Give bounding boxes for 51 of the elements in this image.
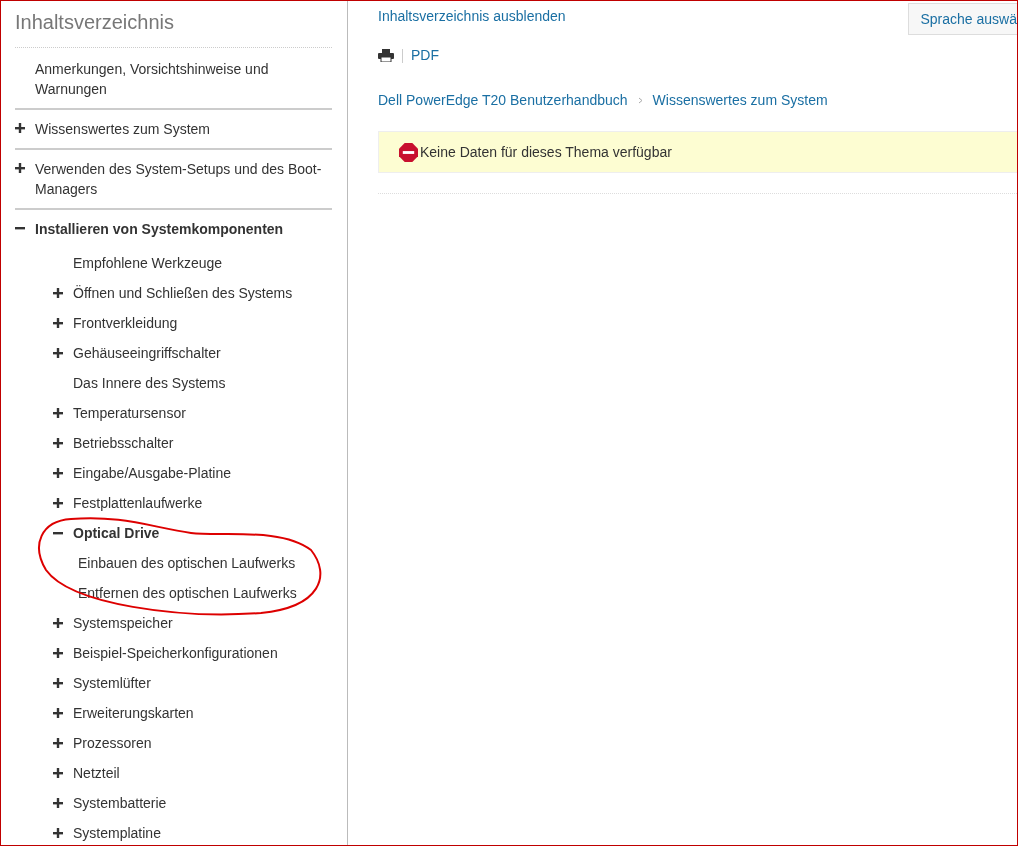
printer-icon[interactable] — [378, 49, 394, 62]
hide-toc-link[interactable]: Inhaltsverzeichnis ausblenden — [378, 1, 566, 27]
plus-icon[interactable] — [15, 123, 25, 133]
plus-icon[interactable] — [53, 348, 63, 358]
toc-link[interactable]: Öffnen und Schließen des Systems — [73, 282, 293, 304]
plus-icon[interactable] — [53, 828, 63, 838]
plus-icon[interactable] — [53, 408, 63, 418]
toc-link[interactable]: Gehäuseeingriffschalter — [73, 342, 221, 364]
toc-link[interactable]: Netzteil — [73, 762, 120, 784]
toc-link[interactable]: Systemlüfter — [73, 672, 151, 694]
plus-icon[interactable] — [53, 318, 63, 328]
plus-icon[interactable] — [53, 288, 63, 298]
language-button[interactable]: Sprache auswä — [908, 3, 1017, 35]
toc-link[interactable]: Beispiel-Speicherkonfigurationen — [73, 642, 278, 664]
toc-link[interactable]: Verwenden des System-Setups und des Boot-Managers — [35, 159, 325, 199]
toc-link[interactable]: Systembatterie — [73, 792, 167, 814]
plus-icon[interactable] — [53, 498, 63, 508]
toc-link[interactable]: Erweiterungskarten — [73, 702, 194, 724]
toc-link[interactable]: Anmerkungen, Vorsichtshinweise und Warnungen — [35, 59, 325, 99]
plus-icon[interactable] — [15, 163, 25, 173]
toc-link[interactable]: Entfernen des optischen Laufwerks — [78, 582, 297, 604]
toc-link[interactable]: Frontverkleidung — [73, 312, 178, 334]
breadcrumb-link[interactable]: Wissenswertes zum System — [652, 90, 828, 111]
toc-link[interactable]: Eingabe/Ausgabe-Platine — [73, 462, 231, 484]
stop-icon — [399, 142, 418, 162]
plus-icon[interactable] — [53, 708, 63, 718]
breadcrumb-link[interactable]: Dell PowerEdge T20 Benutzerhandbuch — [378, 90, 628, 111]
plus-icon[interactable] — [53, 798, 63, 808]
toc-link[interactable]: Empfohlene Werkzeuge — [73, 252, 223, 274]
plus-icon[interactable] — [53, 648, 63, 658]
plus-icon[interactable] — [53, 738, 63, 748]
pdf-link[interactable]: PDF — [411, 45, 439, 66]
sidebar-title: Inhaltsverzeichnis — [15, 7, 332, 48]
message-text: Keine Daten für dieses Thema verfügbar — [420, 142, 672, 162]
toc-link[interactable]: Das Innere des Systems — [73, 372, 226, 394]
toc-link[interactable]: Systemspeicher — [73, 612, 173, 634]
toc-link[interactable]: Systemplatine — [73, 822, 161, 844]
toc-link[interactable]: Temperatursensor — [73, 402, 186, 424]
plus-icon[interactable] — [53, 438, 63, 448]
chevron-icon — [637, 97, 643, 104]
toc-link[interactable]: Prozessoren — [73, 732, 152, 754]
plus-icon[interactable] — [53, 678, 63, 688]
toc-link[interactable]: Einbauen des optischen Laufwerks — [78, 552, 296, 574]
toc-link[interactable]: Betriebsschalter — [73, 432, 174, 454]
toc-link[interactable]: Optical Drive — [73, 522, 160, 544]
toc-link[interactable]: Festplattenlaufwerke — [73, 492, 203, 514]
toc-link[interactable]: Wissenswertes zum System — [35, 119, 211, 139]
plus-icon[interactable] — [53, 618, 63, 628]
plus-icon[interactable] — [53, 768, 63, 778]
plus-icon[interactable] — [53, 468, 63, 478]
toc-link[interactable]: Installieren von Systemkomponenten — [35, 219, 284, 239]
